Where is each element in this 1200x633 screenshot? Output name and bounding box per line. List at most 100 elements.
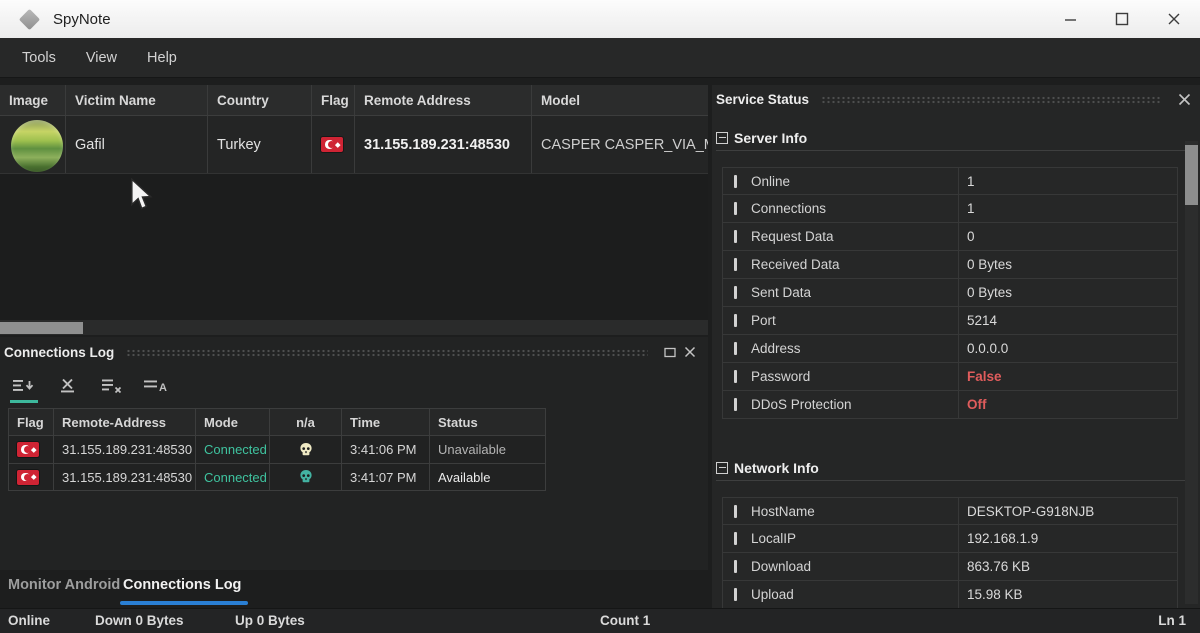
app-diamond-icon — [19, 8, 40, 29]
remove-lines-button[interactable] — [98, 375, 126, 403]
log-col-time[interactable]: Time — [342, 408, 430, 435]
word-wrap-button[interactable]: A — [142, 375, 170, 403]
prop-row[interactable]: Upload 15.98 KB — [722, 581, 1178, 609]
property-marker-icon — [734, 230, 737, 243]
status-bar: Online Down 0 Bytes Up 0 Bytes Count 1 L… — [0, 608, 1200, 633]
prop-row[interactable]: Received Data 0 Bytes — [722, 251, 1178, 279]
prop-label: Download — [747, 553, 959, 580]
col-flag[interactable]: Flag — [312, 85, 355, 115]
prop-row[interactable]: Password False — [722, 363, 1178, 391]
prop-row[interactable]: HostName DESKTOP-G918NJB — [722, 497, 1178, 525]
log-remote-address: 31.155.189.231:48530 — [54, 435, 196, 463]
close-icon — [1167, 12, 1181, 26]
menu-view[interactable]: View — [86, 50, 117, 66]
prop-row[interactable]: Connections 1 — [722, 195, 1178, 223]
server-info-table: Online 1 Connections 1 Request Data 0 Re… — [722, 167, 1178, 419]
log-toolbar: A — [10, 375, 708, 403]
log-status: Available — [430, 463, 546, 491]
prop-row[interactable]: Download 863.76 KB — [722, 553, 1178, 581]
server-info-title: Server Info — [734, 130, 807, 146]
property-marker-icon — [734, 202, 737, 215]
status-down-bytes: Down 0 Bytes — [95, 613, 184, 628]
clear-log-button[interactable] — [54, 375, 82, 403]
log-mode: Connected — [196, 435, 270, 463]
minimize-button[interactable] — [1044, 0, 1096, 38]
close-button[interactable] — [1148, 0, 1200, 38]
prop-value: Off — [959, 391, 1177, 418]
scroll-to-bottom-button[interactable] — [10, 375, 38, 403]
collapse-icon[interactable] — [716, 462, 728, 474]
log-col-remote-address[interactable]: Remote-Address — [54, 408, 196, 435]
status-count: Count 1 — [600, 613, 650, 628]
prop-label: Received Data — [747, 251, 959, 278]
network-info-group-header[interactable]: Network Info — [716, 459, 1192, 481]
panel-drag-texture — [126, 349, 648, 358]
window-controls — [1044, 0, 1200, 38]
victim-row[interactable]: Gafil Turkey 31.155.189.231:48530 CASPER… — [0, 116, 708, 174]
minimize-icon — [1064, 13, 1077, 26]
menu-tools[interactable]: Tools — [22, 50, 56, 66]
active-tool-indicator — [10, 400, 38, 404]
maximize-button[interactable] — [1096, 0, 1148, 38]
col-victim-name[interactable]: Victim Name — [66, 85, 208, 115]
prop-row[interactable]: Online 1 — [722, 167, 1178, 195]
close-icon — [1178, 93, 1191, 106]
menu-help[interactable]: Help — [147, 50, 177, 66]
property-marker-icon — [734, 314, 737, 327]
service-status-header: Service Status — [712, 85, 1200, 113]
log-col-na[interactable]: n/a — [270, 408, 342, 435]
turkey-flag-icon — [321, 137, 343, 152]
close-icon — [684, 346, 696, 358]
prop-label: Request Data — [747, 223, 959, 250]
horizontal-scrollbar-thumb[interactable] — [0, 322, 83, 334]
tab-connections-log[interactable]: Connections Log — [123, 577, 241, 593]
col-remote-address[interactable]: Remote Address — [355, 85, 532, 115]
prop-row[interactable]: Port 5214 — [722, 307, 1178, 335]
prop-label: Connections — [747, 195, 959, 222]
victims-table: Image Victim Name Country Flag Remote Ad… — [0, 85, 708, 320]
victim-remote-address: 31.155.189.231:48530 — [355, 116, 532, 173]
property-marker-icon — [734, 588, 737, 601]
prop-row[interactable]: Sent Data 0 Bytes — [722, 279, 1178, 307]
log-col-flag[interactable]: Flag — [8, 408, 54, 435]
close-panel-button[interactable] — [1174, 89, 1194, 109]
property-marker-icon — [734, 175, 737, 188]
spynote-window: SpyNote Tools View Help Image Victim Nam… — [0, 0, 1200, 633]
col-model[interactable]: Model — [532, 85, 708, 115]
horizontal-scrollbar[interactable] — [0, 320, 708, 335]
close-panel-button[interactable] — [680, 342, 700, 362]
property-marker-icon — [734, 258, 737, 271]
collapse-icon[interactable] — [716, 132, 728, 144]
prop-row[interactable]: DDoS Protection Off — [722, 391, 1178, 419]
log-row[interactable]: 31.155.189.231:48530 Connected 3:41:07 P… — [8, 463, 546, 491]
prop-row[interactable]: Address 0.0.0.0 — [722, 335, 1178, 363]
tab-monitor-android[interactable]: Monitor Android — [8, 577, 120, 593]
svg-text:A: A — [159, 382, 167, 394]
prop-value: 0.0.0.0 — [959, 335, 1177, 362]
float-panel-button[interactable] — [660, 342, 680, 362]
log-status: Unavailable — [430, 435, 546, 463]
prop-value: 192.168.1.9 — [959, 525, 1177, 552]
property-marker-icon — [734, 286, 737, 299]
log-row[interactable]: 31.155.189.231:48530 Connected 3:41:06 P… — [8, 435, 546, 463]
vertical-scrollbar-thumb[interactable] — [1185, 145, 1198, 205]
status-online: Online — [8, 613, 50, 628]
log-col-status[interactable]: Status — [430, 408, 546, 435]
panel-drag-texture — [821, 96, 1162, 105]
network-info-title: Network Info — [734, 460, 819, 476]
mouse-cursor-icon — [128, 178, 154, 212]
col-country[interactable]: Country — [208, 85, 312, 115]
property-marker-icon — [734, 398, 737, 411]
prop-value: 1 — [959, 195, 1177, 222]
word-wrap-icon: A — [144, 378, 168, 394]
bottom-tabs: Monitor Android Connections Log — [0, 572, 708, 608]
col-image[interactable]: Image — [0, 85, 66, 115]
prop-row[interactable]: Request Data 0 — [722, 223, 1178, 251]
prop-value: 1 — [959, 168, 1177, 194]
prop-value: DESKTOP-G918NJB — [959, 498, 1177, 524]
server-info-group-header[interactable]: Server Info — [716, 129, 1192, 151]
log-col-mode[interactable]: Mode — [196, 408, 270, 435]
vertical-scrollbar[interactable] — [1185, 141, 1198, 604]
prop-label: Port — [747, 307, 959, 334]
prop-row[interactable]: LocalIP 192.168.1.9 — [722, 525, 1178, 553]
